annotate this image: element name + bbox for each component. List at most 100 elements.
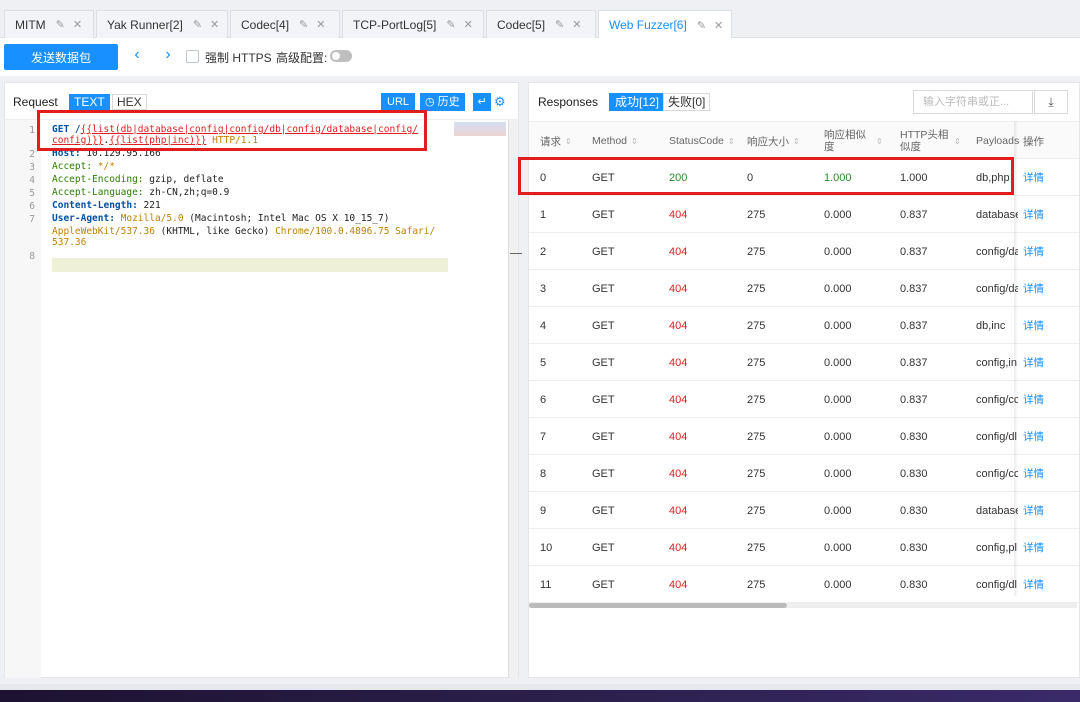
tab-codec-4[interactable]: Codec[4] ✎ ✕ bbox=[230, 10, 340, 38]
detail-link[interactable]: 详情 bbox=[1023, 492, 1044, 529]
close-icon[interactable]: ✕ bbox=[73, 18, 82, 31]
cell-payloads: db,inc bbox=[976, 319, 1006, 332]
col-header-sort[interactable]: ⇕ bbox=[950, 122, 961, 160]
editor-scrollbar[interactable] bbox=[508, 120, 518, 678]
table-row[interactable]: 1 GET 404 275 0.000 0.837 database 详情 bbox=[529, 196, 1079, 233]
detail-link[interactable]: 详情 bbox=[1023, 307, 1044, 344]
tab-yak-runner[interactable]: Yak Runner[2] ✎ ✕ bbox=[96, 10, 228, 38]
cell-method: GET bbox=[592, 282, 615, 295]
editor-minimap[interactable] bbox=[454, 122, 506, 136]
cell-body-similarity: 0.000 bbox=[824, 504, 852, 517]
cell-body-similarity: 0.000 bbox=[824, 393, 852, 406]
close-icon[interactable]: ✕ bbox=[210, 18, 219, 31]
line-number: 1 bbox=[29, 125, 35, 136]
close-icon[interactable]: ✕ bbox=[464, 18, 473, 31]
edit-icon[interactable]: ✎ bbox=[697, 19, 706, 32]
table-row[interactable]: 3 GET 404 275 0.000 0.837 config/da 详情 bbox=[529, 270, 1079, 307]
response-search-input[interactable] bbox=[913, 90, 1033, 114]
detail-link[interactable]: 详情 bbox=[1023, 344, 1044, 381]
send-packet-button[interactable]: 发送数据包 bbox=[4, 44, 118, 70]
col-header-size[interactable]: 响应大小 ⇕ bbox=[747, 122, 800, 160]
tab-codec-5[interactable]: Codec[5] ✎ ✕ bbox=[486, 10, 596, 38]
close-icon[interactable]: ✕ bbox=[316, 18, 325, 31]
detail-link[interactable]: 详情 bbox=[1023, 159, 1044, 196]
clock-icon: ◷ bbox=[425, 96, 435, 108]
col-header-method[interactable]: Method ⇕ bbox=[592, 122, 638, 160]
line-number: 5 bbox=[29, 188, 35, 199]
hex-mode-tab[interactable]: HEX bbox=[112, 94, 147, 110]
edit-icon[interactable]: ✎ bbox=[555, 18, 564, 31]
line-wrap-button[interactable]: ↵ bbox=[473, 93, 491, 111]
table-row[interactable]: 7 GET 404 275 0.000 0.830 config/dl 详情 bbox=[529, 418, 1079, 455]
cell-request-id: 10 bbox=[540, 541, 553, 554]
code-token: 537.36 bbox=[52, 237, 87, 248]
cell-method: GET bbox=[592, 319, 615, 332]
sort-icon[interactable]: ⇕ bbox=[728, 137, 735, 146]
detail-link[interactable]: 详情 bbox=[1023, 233, 1044, 270]
cell-size: 275 bbox=[747, 541, 766, 554]
line-number: 4 bbox=[29, 175, 35, 186]
table-row[interactable]: 10 GET 404 275 0.000 0.830 config,pl 详情 bbox=[529, 529, 1079, 566]
cell-status: 404 bbox=[669, 504, 688, 517]
detail-link[interactable]: 详情 bbox=[1023, 270, 1044, 307]
request-editor[interactable]: 1 GET /{{list(db|database|config|config/d… bbox=[5, 119, 522, 678]
cell-size: 275 bbox=[747, 430, 766, 443]
chevron-right-icon[interactable]: › bbox=[161, 46, 175, 64]
success-tab[interactable]: 成功[12] bbox=[609, 93, 666, 111]
edit-icon[interactable]: ✎ bbox=[299, 18, 308, 31]
col-header-statuscode[interactable]: StatusCode ⇕ bbox=[669, 122, 735, 160]
detail-link[interactable]: 详情 bbox=[1023, 455, 1044, 492]
cell-size: 275 bbox=[747, 467, 766, 480]
tab-label: Yak Runner[2] bbox=[107, 17, 183, 32]
tab-tcp-portlog[interactable]: TCP-PortLog[5] ✎ ✕ bbox=[342, 10, 484, 38]
history-label: 历史 bbox=[437, 96, 460, 108]
table-row[interactable]: 11 GET 404 275 0.000 0.830 config/dl 详情 bbox=[529, 566, 1079, 603]
edit-icon[interactable]: ✎ bbox=[56, 18, 65, 31]
sort-icon[interactable]: ⇕ bbox=[631, 137, 638, 146]
col-header-sort[interactable]: ⇕ bbox=[872, 122, 883, 160]
chevron-left-icon[interactable]: ‹ bbox=[130, 46, 144, 64]
cell-status: 404 bbox=[669, 393, 688, 406]
request-panel: Request TEXT HEX URL ◷ 历史 ↵ ⚙ 1 GET /{{li… bbox=[4, 82, 522, 678]
edit-icon[interactable]: ✎ bbox=[446, 18, 455, 31]
sort-icon[interactable]: ⇕ bbox=[876, 137, 883, 146]
sort-icon[interactable]: ⇕ bbox=[565, 137, 572, 146]
table-row[interactable]: 9 GET 404 275 0.000 0.830 database 详情 bbox=[529, 492, 1079, 529]
sort-icon[interactable]: ⇕ bbox=[793, 137, 800, 146]
table-scroll-thumb[interactable] bbox=[529, 603, 787, 608]
tab-mitm[interactable]: MITM ✎ ✕ bbox=[4, 10, 94, 38]
col-header-body-similarity[interactable]: 响应相似度 bbox=[824, 122, 876, 160]
download-button[interactable]: ⤓ bbox=[1034, 90, 1068, 114]
close-icon[interactable]: ✕ bbox=[572, 18, 581, 31]
table-row[interactable]: 2 GET 404 275 0.000 0.837 config/da 详情 bbox=[529, 233, 1079, 270]
detail-link[interactable]: 详情 bbox=[1023, 418, 1044, 455]
table-row[interactable]: 6 GET 404 275 0.000 0.837 config/cc 详情 bbox=[529, 381, 1079, 418]
table-row[interactable]: 8 GET 404 275 0.000 0.830 config/cc 详情 bbox=[529, 455, 1079, 492]
url-button[interactable]: URL bbox=[381, 93, 416, 111]
cell-size: 275 bbox=[747, 356, 766, 369]
detail-link[interactable]: 详情 bbox=[1023, 381, 1044, 418]
tab-web-fuzzer[interactable]: Web Fuzzer[6] ✎ ✕ bbox=[598, 10, 732, 39]
table-row[interactable]: 5 GET 404 275 0.000 0.837 config,in 详情 bbox=[529, 344, 1079, 381]
history-button[interactable]: ◷ 历史 bbox=[420, 93, 465, 111]
cell-status: 404 bbox=[669, 245, 688, 258]
force-https-checkbox[interactable] bbox=[186, 50, 199, 63]
close-icon[interactable]: ✕ bbox=[714, 19, 723, 32]
code-token: */* bbox=[97, 161, 115, 172]
cell-request-id: 2 bbox=[540, 245, 547, 258]
advanced-config-toggle[interactable] bbox=[330, 50, 352, 62]
text-mode-tab[interactable]: TEXT bbox=[69, 94, 110, 110]
gear-icon[interactable]: ⚙ bbox=[494, 94, 506, 110]
sort-icon[interactable]: ⇕ bbox=[954, 137, 961, 146]
detail-link[interactable]: 详情 bbox=[1023, 196, 1044, 233]
col-header-request[interactable]: 请求 ⇕ bbox=[540, 122, 572, 160]
code-token: Accept: bbox=[52, 161, 98, 172]
cell-request-id: 9 bbox=[540, 504, 547, 517]
detail-link[interactable]: 详情 bbox=[1023, 529, 1044, 566]
edit-icon[interactable]: ✎ bbox=[193, 18, 202, 31]
tab-label: MITM bbox=[15, 17, 46, 32]
table-row[interactable]: 4 GET 404 275 0.000 0.837 db,inc 详情 bbox=[529, 307, 1079, 344]
fail-tab[interactable]: 失败[0] bbox=[663, 93, 711, 111]
cell-request-id: 1 bbox=[540, 208, 547, 221]
detail-link[interactable]: 详情 bbox=[1023, 566, 1044, 603]
